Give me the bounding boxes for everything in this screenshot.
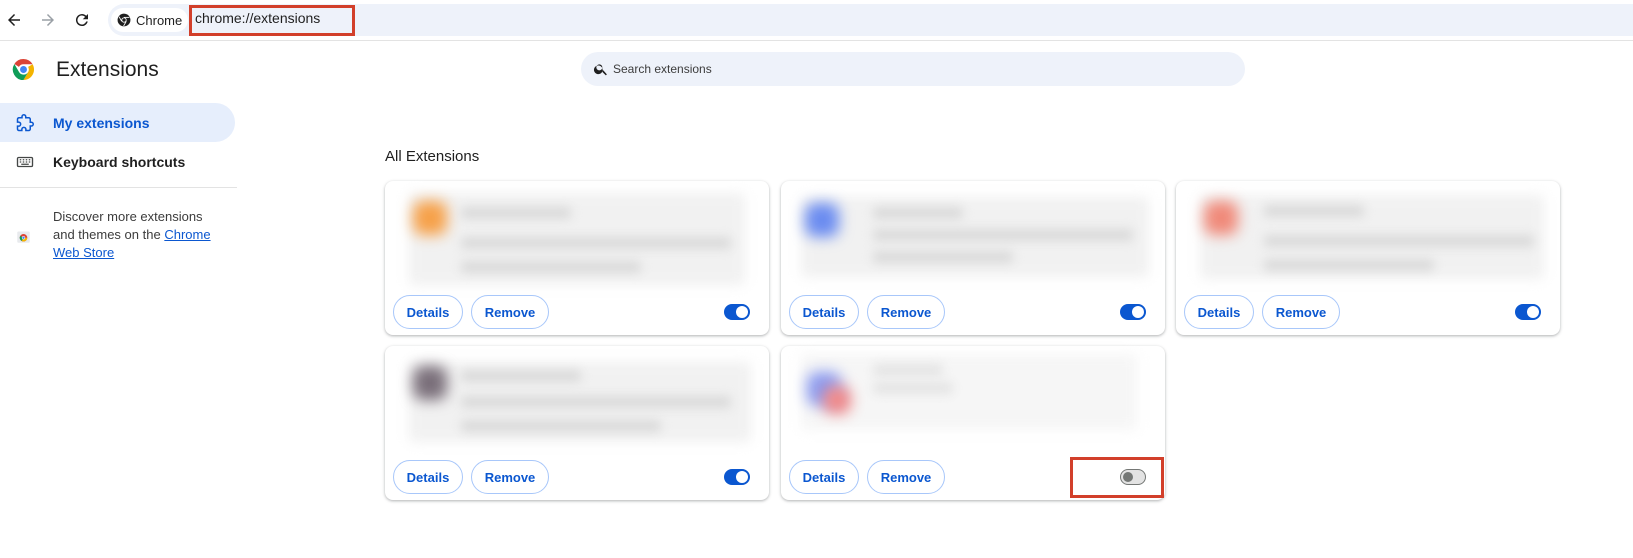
chrome-logo-icon bbox=[12, 58, 35, 81]
enable-toggle[interactable] bbox=[724, 304, 750, 320]
back-button[interactable] bbox=[0, 6, 28, 34]
forward-button[interactable] bbox=[34, 6, 62, 34]
sidebar-item-label: My extensions bbox=[53, 114, 150, 131]
enable-toggle[interactable] bbox=[1515, 304, 1541, 320]
details-button[interactable]: Details bbox=[393, 460, 463, 494]
redacted-line bbox=[1264, 235, 1534, 247]
chrome-icon bbox=[117, 13, 131, 27]
extension-icon bbox=[413, 366, 447, 400]
redacted-line bbox=[461, 396, 731, 408]
extension-icon bbox=[805, 203, 839, 237]
sidebar-item-keyboard-shortcuts[interactable]: Keyboard shortcuts bbox=[0, 142, 235, 181]
search-bar[interactable] bbox=[581, 52, 1245, 86]
redacted-line bbox=[873, 207, 963, 219]
redacted-line bbox=[461, 420, 661, 432]
sidebar-item-my-extensions[interactable]: My extensions bbox=[0, 103, 235, 142]
site-chip[interactable]: Chrome bbox=[111, 8, 189, 32]
redacted-line bbox=[461, 207, 571, 219]
extension-card: Details Remove bbox=[385, 346, 769, 500]
enable-toggle[interactable] bbox=[724, 469, 750, 485]
remove-button[interactable]: Remove bbox=[471, 295, 549, 329]
remove-button[interactable]: Remove bbox=[1262, 295, 1340, 329]
extension-card: Details Remove bbox=[1176, 181, 1560, 335]
web-store-icon bbox=[17, 231, 30, 243]
remove-button[interactable]: Remove bbox=[867, 460, 945, 494]
reload-button[interactable] bbox=[68, 6, 96, 34]
toggle-highlight-box bbox=[1070, 457, 1164, 498]
sidebar-divider bbox=[0, 187, 237, 188]
arrow-right-icon bbox=[42, 14, 54, 26]
extension-card: Details Remove bbox=[781, 181, 1165, 335]
redacted-line bbox=[873, 382, 953, 394]
page-title: Extensions bbox=[56, 58, 159, 81]
redacted-line bbox=[461, 237, 731, 249]
extension-icon bbox=[1204, 201, 1238, 235]
redacted-line bbox=[1264, 205, 1364, 217]
extension-card: Details Remove bbox=[385, 181, 769, 335]
keyboard-icon bbox=[16, 156, 34, 168]
redacted-line bbox=[873, 229, 1133, 241]
arrow-left-icon bbox=[8, 14, 20, 26]
remove-button[interactable]: Remove bbox=[867, 295, 945, 329]
extensions-logo bbox=[12, 58, 35, 81]
redacted-line bbox=[873, 364, 943, 376]
details-button[interactable]: Details bbox=[789, 295, 859, 329]
search-input[interactable] bbox=[613, 52, 1213, 86]
details-button[interactable]: Details bbox=[1184, 295, 1254, 329]
redacted-line bbox=[1264, 259, 1434, 271]
url-highlight-box bbox=[189, 5, 355, 36]
extension-icon bbox=[413, 201, 447, 235]
details-button[interactable]: Details bbox=[789, 460, 859, 494]
reload-icon bbox=[75, 14, 88, 27]
section-title: All Extensions bbox=[385, 148, 480, 165]
redacted-line bbox=[461, 370, 581, 382]
enable-toggle[interactable] bbox=[1120, 304, 1146, 320]
extension-info-redacted bbox=[801, 354, 1137, 430]
sidebar-item-label: Keyboard shortcuts bbox=[53, 153, 186, 170]
discover-text-block: Discover more extensions and themes on t… bbox=[53, 208, 223, 262]
site-chip-label: Chrome bbox=[136, 12, 183, 28]
redacted-line bbox=[461, 261, 641, 273]
puzzle-icon bbox=[16, 114, 34, 132]
details-button[interactable]: Details bbox=[393, 295, 463, 329]
redacted-line bbox=[873, 251, 1013, 263]
search-icon bbox=[593, 64, 607, 76]
extension-icon-overlay bbox=[823, 386, 851, 414]
remove-button[interactable]: Remove bbox=[471, 460, 549, 494]
